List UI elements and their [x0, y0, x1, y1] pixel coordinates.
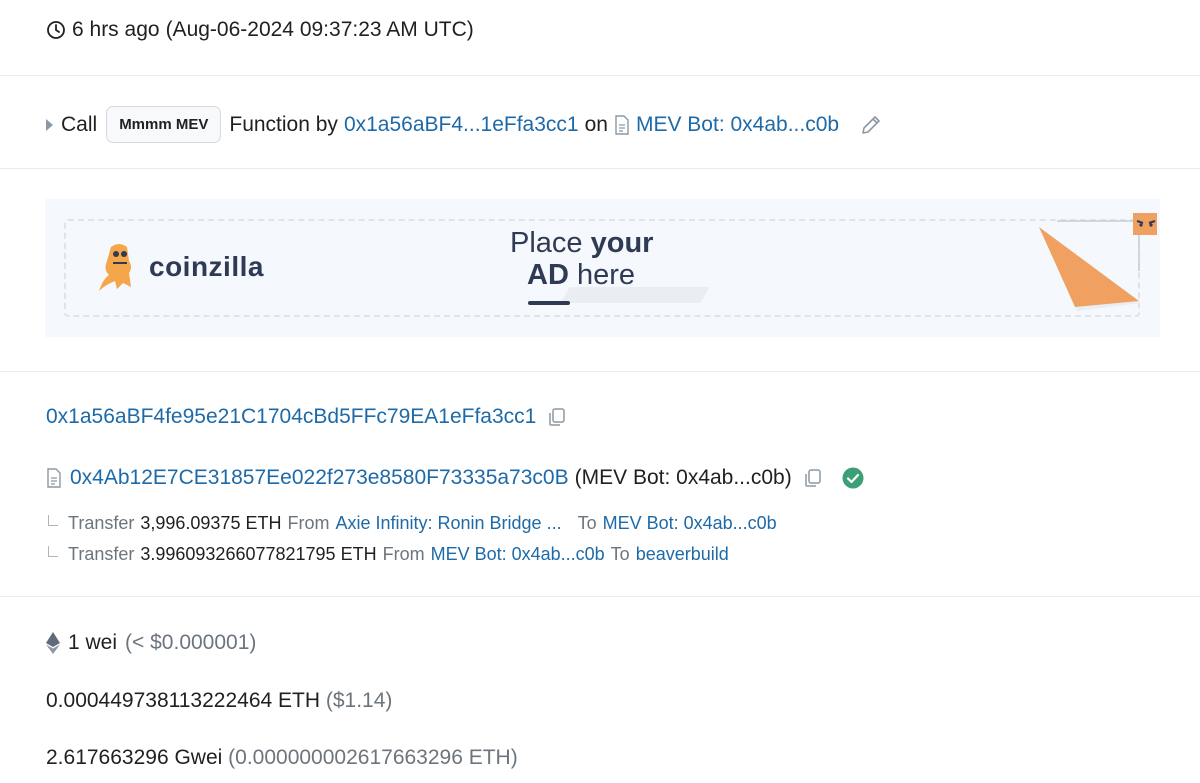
ad-corner-graphic [1037, 209, 1157, 324]
transfer-from-link[interactable]: Axie Infinity: Ronin Bridge ... [335, 513, 561, 534]
to-name-tag: (MEV Bot: 0x4ab...c0b) [574, 466, 792, 489]
value-usd: (< $0.000001) [125, 631, 257, 654]
call-label: Call [61, 112, 98, 136]
divider [0, 75, 1200, 76]
timestamp-absolute: (Aug-06-2024 09:37:23 AM UTC) [165, 18, 474, 41]
coinzilla-wordmark: coinzilla [149, 251, 264, 282]
ad-text-here: here [576, 259, 635, 291]
transfer-amount: 3,996.09375 ETH [140, 513, 282, 533]
copy-icon[interactable] [546, 406, 568, 428]
on-label: on [584, 112, 608, 136]
divider [0, 596, 1200, 597]
token-transfer-row: Transfer 3.996093266077821795 ETH From M… [46, 544, 1200, 565]
to-label: To [577, 513, 597, 533]
ad-text-your: your [590, 227, 654, 259]
transaction-fee-row: 0.000449738113222464 ETH ($1.14) [46, 689, 1200, 713]
from-label: From [382, 544, 425, 564]
dinosaur-mascot-icon [95, 241, 143, 293]
edit-pencil-icon[interactable] [859, 113, 883, 137]
transaction-action-row: Call Mmmm MEV Function by 0x1a56aBF4...1… [46, 106, 1200, 143]
transfer-to-link[interactable]: MEV Bot: 0x4ab...c0b [603, 513, 777, 534]
from-address-row: 0x1a56aBF4fe95e21C1704cBd5FFc79EA1eFfa3c… [46, 405, 1200, 429]
ad-banner[interactable]: coinzilla Place your AD here [45, 199, 1160, 337]
copy-icon[interactable] [802, 467, 824, 489]
contract-file-icon [46, 468, 62, 488]
verified-check-icon [842, 467, 864, 489]
transfer-amount: 3.996093266077821795 ETH [140, 544, 377, 564]
value-amount: 1 wei [68, 631, 118, 654]
fee-usd: ($1.14) [325, 689, 393, 712]
caret-right-icon[interactable] [46, 118, 53, 131]
to-label: To [610, 544, 630, 564]
transfer-label: Transfer [68, 513, 135, 533]
place-ad-text: Place your AD here [507, 227, 677, 291]
contract-link[interactable]: MEV Bot: 0x4ab...c0b [636, 113, 839, 137]
ad-text-ad: AD [527, 259, 569, 291]
to-address-link[interactable]: 0x4Ab12E7CE31857Ee022f273e8580F73335a73c… [70, 466, 569, 490]
coinzilla-logo: coinzilla [95, 241, 264, 293]
ad-underline [528, 301, 570, 305]
transfer-from-link[interactable]: MEV Bot: 0x4ab...c0b [431, 544, 605, 565]
contract-file-icon [614, 114, 630, 135]
timestamp-row: 6 hrs ago (Aug-06-2024 09:37:23 AM UTC) [46, 18, 1200, 42]
token-transfer-row: Transfer 3,996.09375 ETH From Axie Infin… [46, 513, 1200, 534]
value-row: 1 wei (< $0.000001) [46, 631, 1200, 655]
timestamp-relative: 6 hrs ago [72, 18, 160, 41]
divider [0, 168, 1200, 169]
transfer-to-link[interactable]: beaverbuild [636, 544, 729, 565]
from-label: From [287, 513, 330, 533]
ethereum-icon [46, 632, 60, 654]
method-badge[interactable]: Mmmm MEV [106, 106, 222, 143]
divider [0, 371, 1200, 372]
ad-text-place: Place [510, 227, 583, 259]
clock-icon [46, 20, 66, 40]
to-address-row: 0x4Ab12E7CE31857Ee022f273e8580F73335a73c… [46, 466, 1200, 490]
branch-icon [48, 515, 58, 526]
caller-address-link[interactable]: 0x1a56aBF4...1eFfa3cc1 [344, 113, 579, 137]
branch-icon [48, 546, 58, 557]
function-by-label: Function by [229, 112, 338, 136]
transfer-label: Transfer [68, 544, 135, 564]
gas-price-eth: (0.000000002617663296 ETH) [228, 746, 518, 769]
gas-price-amount: 2.617663296 Gwei [46, 746, 223, 769]
from-address-link[interactable]: 0x1a56aBF4fe95e21C1704cBd5FFc79EA1eFfa3c… [46, 405, 536, 429]
fee-amount: 0.000449738113222464 ETH [46, 689, 321, 712]
gas-price-row: 2.617663296 Gwei (0.000000002617663296 E… [46, 746, 1200, 770]
